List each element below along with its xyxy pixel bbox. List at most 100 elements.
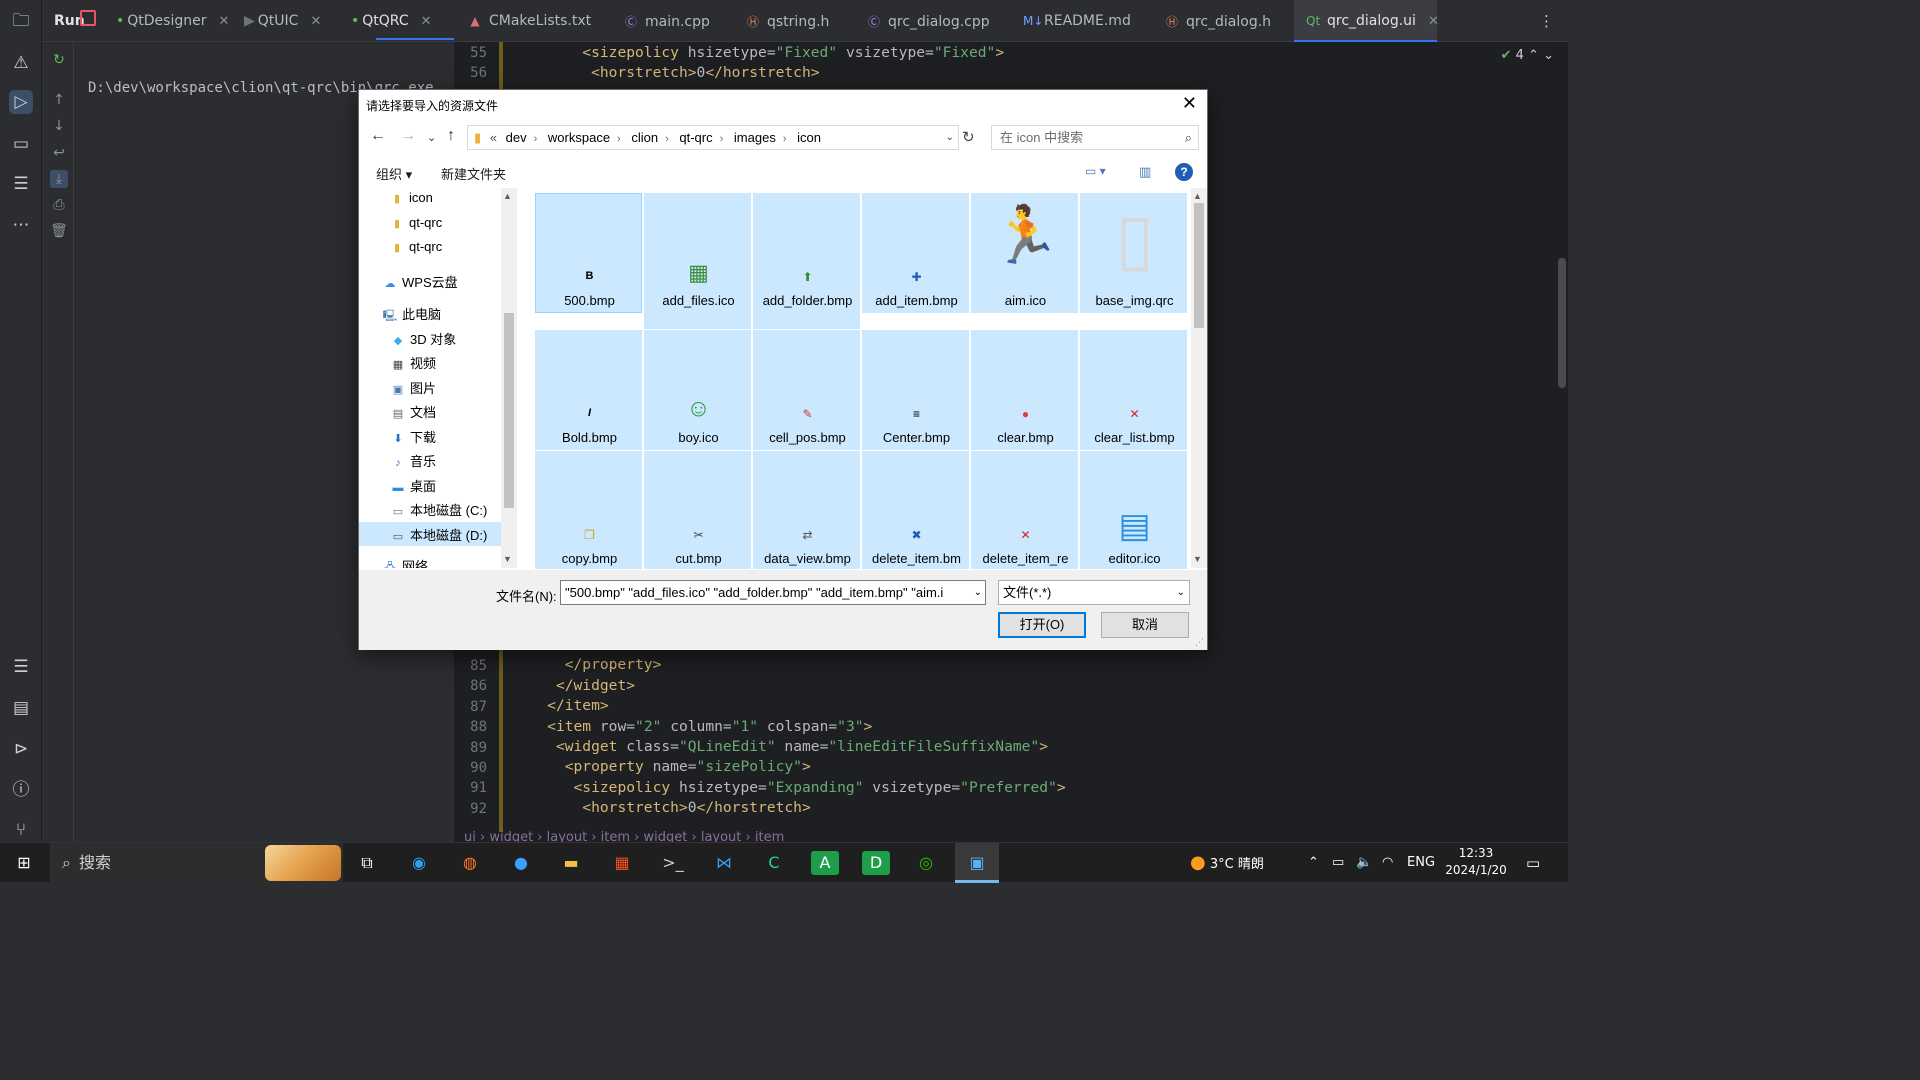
battery-icon[interactable]: ▭ [1332, 843, 1344, 883]
inspection-widget[interactable]: ✔ 4 ⌃ ⌄ [1501, 48, 1554, 63]
print-icon[interactable]: ⎙ [50, 196, 68, 214]
git-icon[interactable]: ⑂ [9, 818, 33, 842]
recent-locations-chevron-icon[interactable]: ⌄ [427, 131, 436, 144]
cancel-button[interactable]: 取消 [1101, 612, 1189, 638]
path-overflow[interactable]: « [490, 130, 497, 145]
tray-overflow-icon[interactable]: ⌃ [1308, 843, 1319, 883]
refresh-icon[interactable]: ↻ [962, 128, 975, 146]
run-icon[interactable]: ▷ [9, 90, 33, 114]
edge-browser-icon[interactable]: ◉ [405, 851, 433, 875]
scroll-down-icon[interactable]: ↓ [50, 117, 68, 135]
dialog-window-icon[interactable]: ▣ [963, 851, 991, 875]
help-icon[interactable]: ? [1175, 163, 1193, 181]
file-explorer-icon[interactable]: ▬ [557, 851, 585, 875]
datagrip-icon[interactable]: D [862, 851, 890, 875]
file-tile[interactable]: ▦add_files.ico [644, 193, 751, 329]
editor-scrollbar[interactable] [1558, 258, 1566, 388]
chevron-up-icon[interactable]: ⌃ [1528, 48, 1539, 63]
path-segment[interactable]: workspace [548, 130, 610, 145]
new-folder-button[interactable]: 新建文件夹 [441, 164, 506, 183]
file-tile[interactable]: ✂cut.bmp [644, 451, 751, 569]
file-tile[interactable]: 🏃aim.ico [971, 193, 1078, 313]
firefox-icon[interactable]: ◍ [456, 851, 484, 875]
open-button[interactable]: 打开(O) [998, 612, 1086, 638]
clion-icon[interactable]: C [760, 851, 788, 875]
more-icon[interactable]: ⋯ [9, 213, 33, 237]
file-tile[interactable]: ▤editor.ico [1080, 451, 1187, 569]
tab-qrc-dialog-ui[interactable]: Qtqrc_dialog.ui✕ [1306, 13, 1439, 29]
path-segment[interactable]: dev [506, 130, 527, 145]
structure-icon[interactable]: ☰ [9, 172, 33, 196]
close-icon[interactable]: ✕ [218, 14, 229, 29]
file-tile[interactable]: ⬆add_folder.bmp [753, 193, 860, 329]
preview-pane-icon[interactable]: ▥ [1139, 164, 1151, 180]
tree-item-drive-c[interactable]: ▭本地磁盘 (C:) [390, 500, 487, 519]
forward-arrow-icon[interactable]: → [400, 127, 416, 145]
input-method[interactable]: ENG [1407, 843, 1435, 883]
task-view-icon[interactable]: ⧉ [353, 851, 381, 875]
wifi-icon[interactable]: ◠ [1382, 843, 1393, 883]
run-tab-qtdesigner[interactable]: •QtDesigner✕ [116, 13, 229, 29]
alert-triangle-icon[interactable]: ⚠ [9, 51, 33, 75]
path-segment[interactable]: clion [631, 130, 658, 145]
terminal-icon[interactable]: >_ [659, 851, 687, 875]
organize-menu-button[interactable]: 组织 ▾ [376, 164, 412, 183]
tab-main-cpp[interactable]: Ⓒmain.cpp [624, 13, 710, 30]
tree-item-network[interactable]: 🖧网络 [382, 556, 428, 568]
notification-icon[interactable]: ▭ [1526, 843, 1540, 883]
taskbar-search[interactable]: ⌕搜索 [50, 843, 343, 883]
close-icon[interactable]: ✕ [310, 14, 321, 29]
tree-item-wps-cloud[interactable]: ☁WPS云盘 [382, 272, 458, 291]
android-studio-icon[interactable]: A [811, 851, 839, 875]
file-type-select[interactable]: 文件(*.*)⌄ [998, 580, 1190, 605]
file-tile[interactable]: ☺boy.ico [644, 330, 751, 450]
file-tile[interactable]: ✚add_item.bmp [862, 193, 969, 313]
run-tab-qtuic[interactable]: ▶QtUIC✕ [244, 13, 321, 29]
resize-grip-icon[interactable]: ⋰ [1195, 637, 1204, 648]
close-icon[interactable]: ✕ [1182, 93, 1197, 114]
chevron-down-icon[interactable]: ⌄ [971, 581, 982, 604]
file-grid-scrollbar[interactable]: ▲ ▼ [1191, 188, 1207, 568]
view-mode-icon[interactable]: ▭ ▾ [1085, 164, 1106, 178]
file-tile[interactable]: ✕clear_list.bmp [1080, 330, 1187, 450]
tree-item-this-pc[interactable]: 🖳此电脑 [382, 304, 441, 326]
scroll-down-arrow-icon[interactable]: ▼ [1193, 554, 1202, 564]
list-icon[interactable]: ☰ [9, 655, 33, 679]
wechat-icon[interactable]: ◎ [912, 851, 940, 875]
rerun-icon[interactable]: ↻ [50, 51, 68, 69]
tree-item-qt-qrc[interactable]: ▮qt-qrc [389, 215, 442, 230]
stop-icon[interactable] [80, 10, 96, 26]
tree-scrollbar[interactable]: ▲ ▼ [501, 188, 517, 568]
trash-icon[interactable]: 🗑 [50, 222, 68, 240]
tab-qrc-dialog-h[interactable]: Ⓗqrc_dialog.h [1165, 13, 1271, 30]
problems-icon[interactable]: ⓘ [9, 778, 33, 802]
file-tile[interactable]: ✎cell_pos.bmp [753, 330, 860, 450]
tree-item-pictures[interactable]: ▣图片 [390, 378, 436, 397]
scroll-up-icon[interactable]: ↑ [50, 91, 68, 109]
scroll-down-arrow-icon[interactable]: ▼ [503, 554, 512, 564]
file-tile[interactable]: ⇄data_view.bmp [753, 451, 860, 569]
lightbulb-app-icon[interactable]: ● [507, 851, 535, 875]
terminal-icon[interactable]: ▭ [9, 132, 33, 156]
scrollbar-thumb[interactable] [504, 313, 514, 508]
tab-qstring-h[interactable]: Ⓗqstring.h [746, 13, 829, 30]
services-icon[interactable]: ⊳ [9, 737, 33, 761]
tree-item-music[interactable]: ♪音乐 [390, 451, 436, 470]
microsoft-store-icon[interactable]: ▦ [608, 851, 636, 875]
path-segment[interactable]: icon [797, 130, 821, 145]
path-segment[interactable]: images [734, 130, 776, 145]
tree-item-desktop[interactable]: ▬桌面 [390, 476, 436, 495]
run-tab-qtqrc[interactable]: •QtQRC✕ [351, 13, 432, 29]
file-tile[interactable]: ✕delete_item_re [971, 451, 1078, 569]
address-bar[interactable]: ▮ « dev› workspace› clion› qt-qrc› image… [467, 125, 959, 150]
clock[interactable]: 12:332024/1/20 [1445, 845, 1507, 879]
file-tile[interactable]: ▯base_img.qrc [1080, 193, 1187, 313]
file-tile[interactable]: ✖delete_item.bm [862, 451, 969, 569]
close-icon[interactable]: ✕ [421, 14, 432, 29]
file-tile[interactable]: B500.bmp [535, 193, 642, 313]
up-arrow-icon[interactable]: ↑ [447, 127, 455, 145]
back-arrow-icon[interactable]: ← [370, 127, 386, 145]
file-tile[interactable]: IBold.bmp [535, 330, 642, 450]
tree-item-videos[interactable]: ▦视频 [390, 353, 436, 372]
tree-item-drive-d[interactable]: ▭本地磁盘 (D:) [390, 525, 487, 544]
